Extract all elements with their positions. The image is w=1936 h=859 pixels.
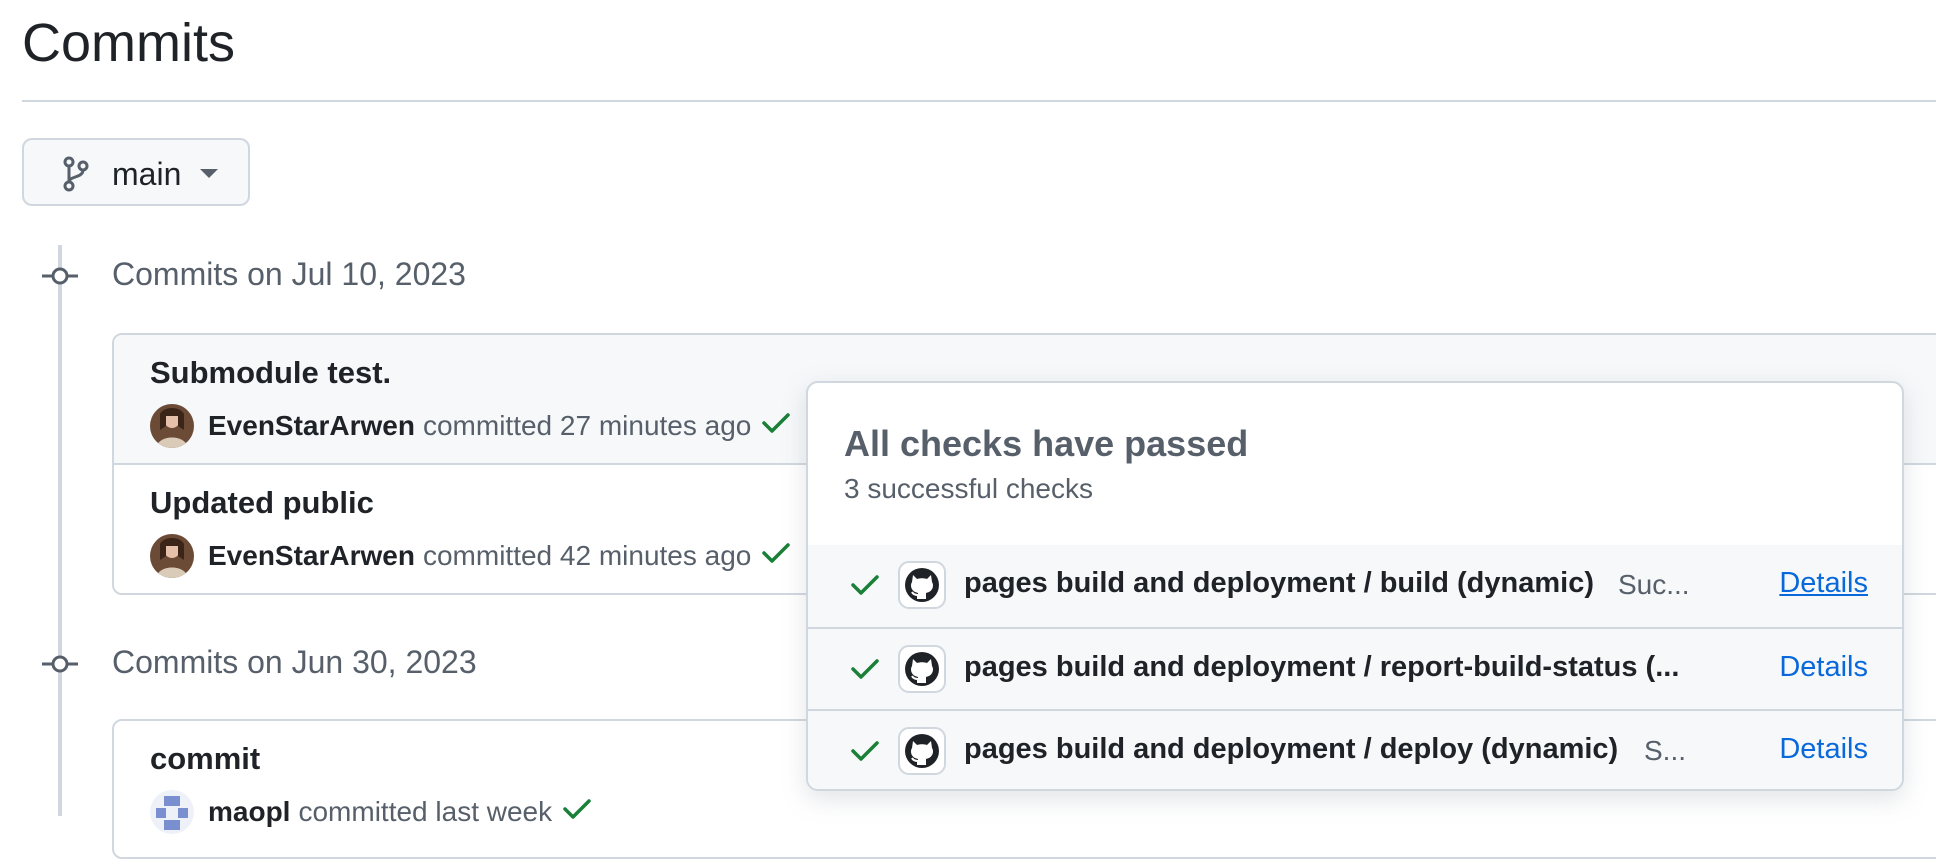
check-run-name: pages build and deployment / report-buil… bbox=[964, 651, 1680, 683]
commit-time: last week bbox=[435, 796, 553, 827]
check-icon bbox=[850, 739, 880, 768]
check-run-name: pages build and deployment / deploy (dyn… bbox=[964, 733, 1619, 765]
github-mark-icon bbox=[898, 645, 946, 693]
check-run-name: pages build and deployment / build (dyna… bbox=[964, 567, 1594, 599]
check-icon bbox=[850, 657, 880, 686]
check-run-details-link[interactable]: Details bbox=[1779, 651, 1868, 684]
commit-time: 42 minutes ago bbox=[559, 540, 752, 571]
git-commit-icon bbox=[42, 264, 78, 293]
commit-action: committed bbox=[422, 410, 553, 441]
avatar[interactable] bbox=[150, 790, 194, 834]
commit-time: 27 minutes ago bbox=[559, 410, 752, 441]
commit-message-link[interactable]: commit bbox=[150, 741, 260, 777]
check-run-details-link[interactable]: Details bbox=[1779, 733, 1868, 766]
commit-message-link[interactable]: Submodule test. bbox=[150, 355, 391, 391]
check-icon[interactable] bbox=[761, 410, 791, 442]
check-run-details-link[interactable]: Details bbox=[1779, 567, 1868, 600]
checks-popover: All checks have passed 3 successful chec… bbox=[806, 381, 1904, 791]
avatar[interactable] bbox=[150, 404, 194, 448]
branch-selector-button[interactable]: main bbox=[22, 138, 250, 206]
commit-meta: maopl committed last week bbox=[150, 789, 592, 835]
check-run-row: pages build and deployment / build (dyna… bbox=[808, 545, 1902, 627]
avatar[interactable] bbox=[150, 534, 194, 578]
timeline-line bbox=[58, 245, 62, 816]
check-run-status: Suc... bbox=[1618, 569, 1690, 600]
commit-action: committed bbox=[422, 540, 553, 571]
git-commit-icon bbox=[42, 652, 78, 681]
commit-author-link[interactable]: maopl bbox=[208, 796, 290, 828]
commit-date-heading: Commits on Jul 10, 2023 bbox=[112, 256, 466, 292]
commit-meta: EvenStarArwen committed 42 minutes ago bbox=[150, 533, 791, 579]
page-title: Commits bbox=[22, 13, 235, 73]
check-icon[interactable] bbox=[562, 796, 592, 828]
check-run-row: pages build and deployment / report-buil… bbox=[808, 627, 1902, 709]
git-branch-icon bbox=[62, 156, 90, 197]
commit-meta: EvenStarArwen committed 27 minutes ago bbox=[150, 403, 791, 449]
github-mark-icon bbox=[898, 561, 946, 609]
commit-action: committed bbox=[298, 796, 428, 827]
branch-name: main bbox=[112, 156, 182, 192]
triangle-down-icon bbox=[200, 169, 218, 178]
check-run-status: S... bbox=[1644, 735, 1687, 766]
commit-date-heading: Commits on Jun 30, 2023 bbox=[112, 644, 477, 680]
checks-popover-subtitle: 3 successful checks bbox=[844, 473, 1093, 504]
commit-message-link[interactable]: Updated public bbox=[150, 485, 374, 521]
check-icon[interactable] bbox=[761, 540, 791, 572]
github-mark-icon bbox=[898, 727, 946, 775]
check-run-row: pages build and deployment / deploy (dyn… bbox=[808, 709, 1902, 789]
title-divider bbox=[22, 100, 1936, 102]
commit-author-link[interactable]: EvenStarArwen bbox=[208, 540, 415, 572]
checks-popover-title: All checks have passed bbox=[844, 423, 1249, 464]
check-icon bbox=[850, 573, 880, 602]
commit-author-link[interactable]: EvenStarArwen bbox=[208, 410, 415, 442]
